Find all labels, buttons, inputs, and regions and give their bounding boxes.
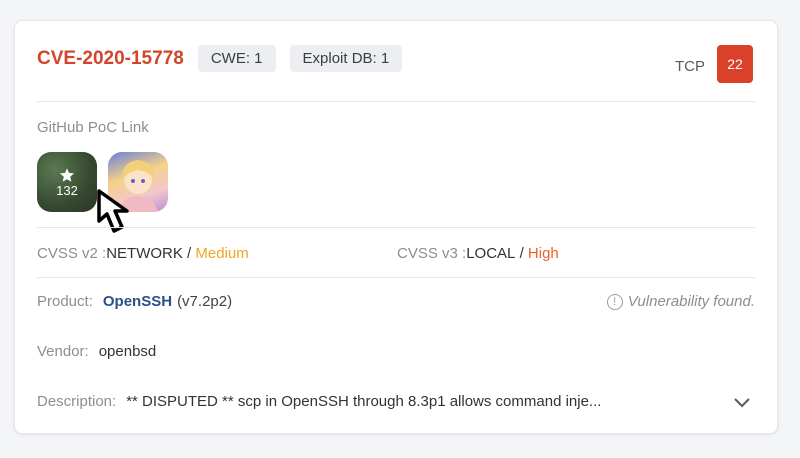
cvss-v3: CVSS v3 : LOCAL / High xyxy=(397,245,559,262)
cvss-v2: CVSS v2 : NETWORK / Medium xyxy=(37,245,249,262)
star-icon xyxy=(60,167,74,182)
divider xyxy=(37,277,755,278)
cvss-v3-severity: High xyxy=(527,245,559,262)
vulnerability-status: ! Vulnerability found. xyxy=(606,293,755,310)
cvss-v2-label: CVSS v2 : xyxy=(37,245,107,262)
cvss-v3-vector: LOCAL xyxy=(466,245,516,262)
mouse-cursor-icon xyxy=(97,189,129,233)
exploit-db-chip[interactable]: Exploit DB: 1 xyxy=(289,45,403,72)
product-link[interactable]: OpenSSH xyxy=(103,293,172,310)
info-icon: ! xyxy=(606,293,623,310)
product-label: Product: xyxy=(37,293,93,310)
cvss-v3-label: CVSS v3 : xyxy=(397,245,467,262)
description-row: Description: ** DISPUTED ** scp in OpenS… xyxy=(37,393,757,410)
cve-id-text: CVE-2020-15778 xyxy=(37,47,184,69)
github-repo-star-avatar[interactable]: 132 xyxy=(37,152,97,212)
chevron-down-icon[interactable] xyxy=(733,395,751,409)
divider xyxy=(37,227,755,228)
port-badge: 22 xyxy=(717,45,753,83)
vendor-label: Vendor: xyxy=(37,343,89,360)
cvss-v2-severity: Medium xyxy=(195,245,249,262)
protocol-label: TCP xyxy=(675,58,705,75)
description-label: Description: xyxy=(37,393,117,410)
cvss-v2-vector: NETWORK xyxy=(106,245,183,262)
cvss-v3-separator: / xyxy=(515,245,528,262)
cve-id-link[interactable]: CVE-2020-15778 CWE: 1 Exploit DB: 1 xyxy=(37,45,403,72)
vendor-value: openbsd xyxy=(98,343,157,360)
vulnerability-card: CVE-2020-15778 CWE: 1 Exploit DB: 1 TCP … xyxy=(14,20,778,434)
product-version: (v7.2p2) xyxy=(177,293,233,310)
cvss-v2-separator: / xyxy=(182,245,196,262)
vulnerability-status-text: Vulnerability found. xyxy=(627,293,755,310)
star-count: 132 xyxy=(56,182,78,198)
cwe-chip[interactable]: CWE: 1 xyxy=(197,45,276,72)
description-text: ** DISPUTED ** scp in OpenSSH through 8.… xyxy=(126,393,602,410)
github-poc-label: GitHub PoC Link xyxy=(37,119,149,136)
divider xyxy=(37,101,755,102)
vendor-row: Vendor: openbsd xyxy=(37,343,156,360)
product-row: Product: OpenSSH (v7.2p2) xyxy=(37,293,232,310)
